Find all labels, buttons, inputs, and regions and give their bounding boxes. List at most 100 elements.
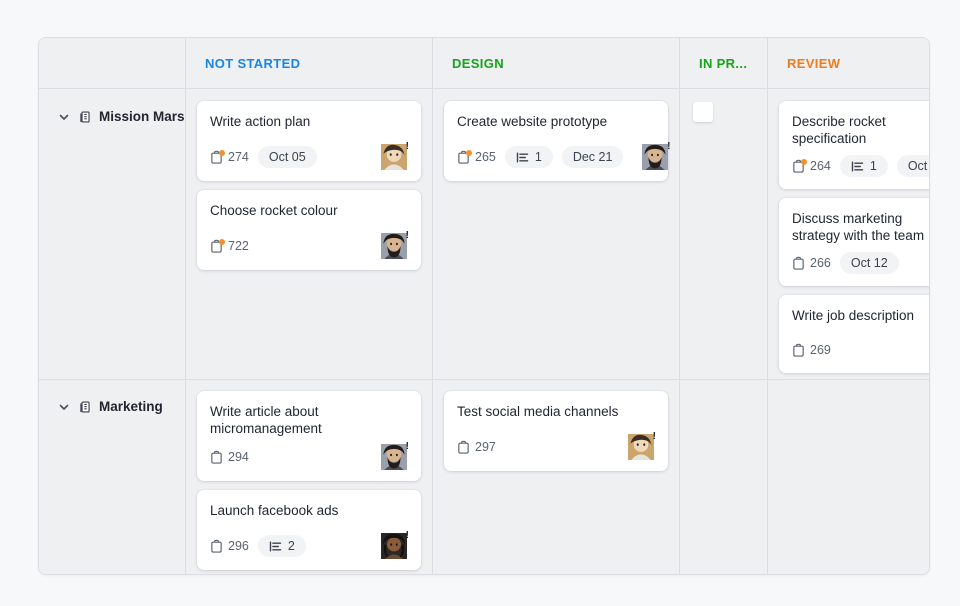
due-date-value: Oct 05 (268, 150, 306, 164)
task-id: 722 (210, 238, 249, 254)
alert-badge: ! (405, 230, 409, 241)
subtask-icon (851, 160, 864, 173)
column-header-in-progress[interactable]: IN PR... (680, 38, 768, 89)
lane-mission-mars-review[interactable]: Describe rocket specification 264 1 Oct … (768, 89, 929, 379)
status-dot (466, 149, 472, 156)
task-card[interactable]: Describe rocket specification 264 1 Oct (779, 101, 929, 189)
group-name: Marketing (99, 399, 163, 414)
due-date-badge[interactable]: Oct 1 (896, 155, 929, 177)
assignee[interactable]: ! (380, 230, 409, 259)
task-id: 265 (457, 149, 496, 165)
due-date-badge[interactable]: Oct 05 (257, 146, 317, 168)
lane-mission-mars-in-progress[interactable] (680, 89, 768, 379)
task-title: Describe rocket specification (792, 114, 886, 146)
assignee[interactable]: ! (641, 141, 671, 170)
task-title: Launch facebook ads (210, 503, 339, 518)
task-card[interactable]: Write job description 269 (779, 295, 929, 373)
task-id: 297 (457, 440, 496, 455)
avatar (641, 144, 670, 170)
lane-marketing-not-started[interactable]: Write article about micromanagement 294 (186, 379, 433, 574)
due-date-value: Oct 12 (850, 256, 888, 270)
chevron-down-icon[interactable] (57, 110, 71, 124)
task-id-value: 297 (475, 440, 496, 454)
task-title: Write action plan (210, 114, 311, 129)
avatar (380, 233, 408, 259)
task-id: 264 (792, 158, 831, 174)
column-header-design-label: DESIGN (452, 56, 504, 71)
due-date-badge[interactable]: Oct 12 (839, 252, 899, 274)
group-row-header[interactable]: Marketing (39, 379, 186, 574)
drop-placeholder (693, 102, 713, 122)
status-dot (219, 238, 225, 245)
clipboard-icon (210, 450, 223, 465)
task-card[interactable]: Write action plan 274 Oct 05 ! (197, 101, 421, 181)
task-id-value: 264 (810, 159, 831, 173)
task-title: Test social media channels (457, 404, 619, 419)
task-id: 296 (210, 539, 249, 554)
lane-marketing-in-progress[interactable] (680, 379, 768, 574)
column-header-not-started[interactable]: NOT STARTED (186, 38, 433, 89)
assignee[interactable]: ! (380, 141, 409, 170)
task-card[interactable]: Launch facebook ads 296 2 ! (197, 490, 421, 570)
task-title: Create website prototype (457, 114, 608, 129)
task-id-value: 722 (228, 239, 249, 253)
avatar (380, 144, 408, 170)
assignee[interactable]: ! (380, 531, 409, 559)
task-id: 266 (792, 256, 831, 271)
task-id: 294 (210, 450, 249, 465)
stack-icon (78, 110, 92, 124)
subtask-icon (269, 540, 282, 553)
board-header-row: NOT STARTED DESIGN IN PR... REVIEW (39, 38, 929, 89)
group-row-mission-mars: Mission Mars Write action plan 274 Oct 0… (39, 89, 929, 379)
due-date-badge[interactable]: Dec 21 (561, 146, 624, 168)
task-card[interactable]: Test social media channels 297 ! (444, 391, 668, 471)
column-header-rowhead (39, 38, 186, 89)
lane-mission-mars-design[interactable]: Create website prototype 265 1 Dec 21 ! (433, 89, 680, 379)
task-id-value: 296 (228, 539, 249, 553)
alert-badge: ! (652, 431, 656, 442)
column-header-in-progress-label: IN PR... (699, 56, 748, 71)
assignee[interactable]: ! (380, 442, 409, 470)
task-card[interactable]: Write article about micromanagement 294 (197, 391, 421, 481)
column-header-review[interactable]: REVIEW (768, 38, 929, 89)
group-row-header[interactable]: Mission Mars (39, 89, 186, 379)
task-id-value: 266 (810, 256, 831, 270)
task-title: Choose rocket colour (210, 203, 338, 218)
task-id-value: 294 (228, 450, 249, 464)
clipboard-icon (792, 343, 805, 358)
lane-marketing-design[interactable]: Test social media channels 297 ! (433, 379, 680, 574)
alert-badge: ! (667, 141, 671, 152)
task-card[interactable]: Create website prototype 265 1 Dec 21 ! (444, 101, 671, 181)
assignee[interactable]: ! (627, 431, 656, 460)
avatar (380, 444, 408, 470)
lane-mission-mars-not-started[interactable]: Write action plan 274 Oct 05 ! Choose ro… (186, 89, 433, 379)
subtask-count: 2 (287, 539, 295, 553)
group-row-marketing: Marketing Write article about micromanag… (39, 379, 929, 574)
task-card[interactable]: Choose rocket colour 722 ! (197, 190, 421, 270)
subtask-count: 1 (534, 150, 542, 164)
task-title: Write article about micromanagement (210, 404, 322, 436)
subtask-count: 1 (869, 159, 877, 173)
alert-badge: ! (405, 141, 409, 152)
task-card[interactable]: Discuss marketing strategy with the team… (779, 198, 929, 286)
status-dot (801, 158, 807, 165)
task-id-value: 265 (475, 150, 496, 164)
task-title: Discuss marketing strategy with the team (792, 211, 925, 243)
due-date-value: Oct 1 (907, 159, 929, 173)
task-id-value: 269 (810, 343, 831, 357)
task-id-value: 274 (228, 150, 249, 164)
subtask-badge[interactable]: 1 (839, 155, 888, 177)
avatar (627, 434, 655, 460)
lane-marketing-review[interactable] (768, 379, 929, 574)
subtask-icon (516, 151, 529, 164)
task-title: Write job description (792, 308, 915, 323)
avatar (380, 533, 408, 559)
subtask-badge[interactable]: 1 (504, 146, 553, 168)
clipboard-icon (792, 256, 805, 271)
subtask-badge[interactable]: 2 (257, 535, 306, 557)
chevron-down-icon[interactable] (57, 400, 71, 414)
clipboard-icon (210, 539, 223, 554)
column-header-not-started-label: NOT STARTED (205, 56, 301, 71)
column-header-review-label: REVIEW (787, 56, 841, 71)
column-header-design[interactable]: DESIGN (433, 38, 680, 89)
